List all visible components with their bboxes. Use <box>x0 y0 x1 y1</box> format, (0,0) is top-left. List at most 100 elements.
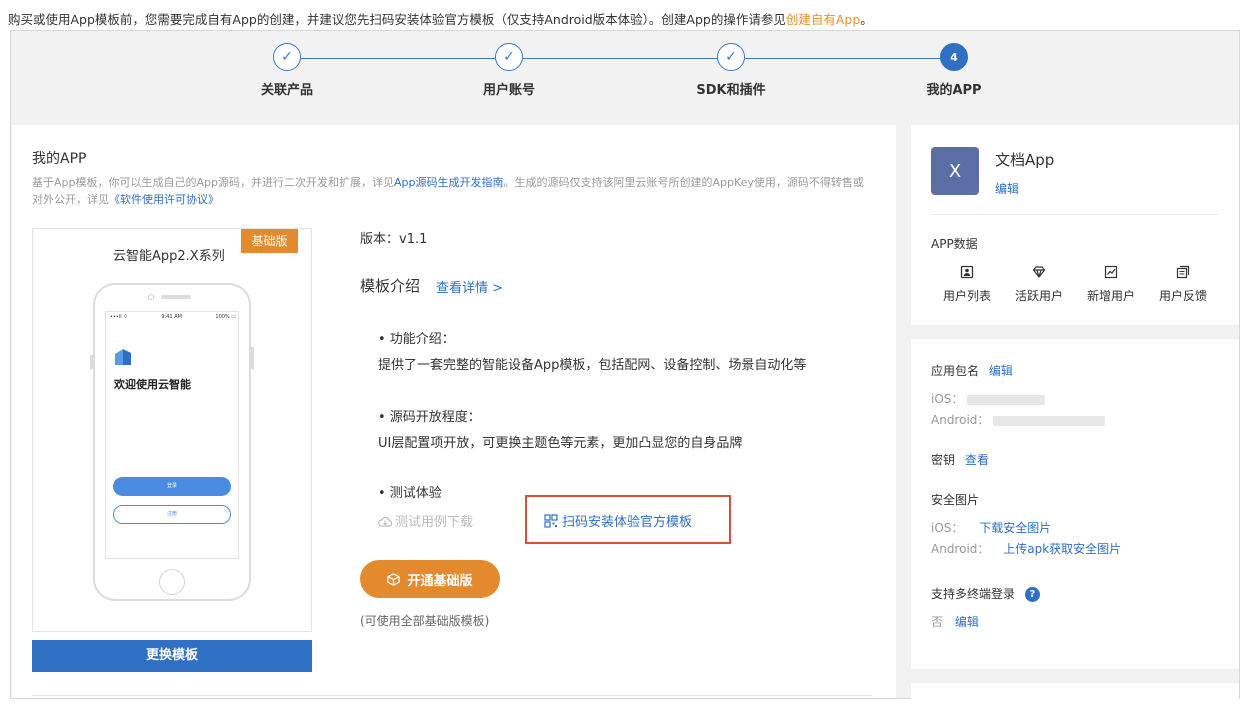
test-case-download: 测试用例下载 <box>378 511 473 530</box>
time-text: 9:41 AM <box>161 314 182 320</box>
help-icon[interactable]: ? <box>1024 587 1040 602</box>
app-card: X 文档App 编辑 APP数据 用户列表 活跃用户 新增用户 用户反馈 <box>911 125 1239 325</box>
section-description: 基于App模板，你可以生成自己的App源码，并进行二次开发和扩展，详见App源码… <box>32 174 872 208</box>
app-name: 文档App <box>995 151 1055 169</box>
feature-text: UI层配置项开放，可更换主题色等元素，更加凸显您的自身品牌 <box>378 436 743 451</box>
view-details-link[interactable]: 查看详情 > <box>436 277 503 296</box>
check-icon: ✓ <box>717 43 745 71</box>
edit-package-link[interactable]: 编辑 <box>989 364 1013 378</box>
template-name: 云智能App2.X系列 <box>113 249 225 264</box>
create-app-link[interactable]: 创建自有App <box>786 12 860 27</box>
multi-login-row: 支持多终端登录 ? <box>931 585 1040 602</box>
phone-screen: •••ll ⌔ 9:41 AM 100% ▭ 欢迎使用云智能 登录 注册 <box>105 311 239 559</box>
secret-label: 密钥 <box>931 453 956 467</box>
step-number: 4 <box>940 43 968 71</box>
step-sdk-plugins: ✓ SDK和插件 <box>661 43 801 98</box>
download-label: 测试用例下载 <box>395 515 474 530</box>
data-item-label: 活跃用户 <box>1014 289 1063 303</box>
section-title: 我的APP <box>32 151 87 167</box>
android-label: Android： <box>931 413 990 427</box>
register-button: 注册 <box>113 505 231 524</box>
active-users-item[interactable]: 活跃用户 <box>1003 265 1075 304</box>
open-basic-button[interactable]: 开通基础版 <box>360 560 500 598</box>
home-button <box>159 569 185 595</box>
step-my-app: 4 我的APP <box>884 43 1024 98</box>
security-android-row: Android： 上传apk获取安全图片 <box>931 540 1121 557</box>
package-name-row: 应用包名 编辑 <box>931 362 1013 379</box>
open-basic-label: 开通基础版 <box>407 573 473 589</box>
building-logo-icon <box>115 349 131 365</box>
scan-label: 扫码安装体验官方模板 <box>562 515 693 530</box>
data-item-label: 新增用户 <box>1086 289 1135 303</box>
cloud-download-icon <box>378 516 393 527</box>
ios-package-row: iOS： <box>931 390 1046 407</box>
change-template-button[interactable]: 更换模板 <box>32 640 312 672</box>
check-icon: ✓ <box>495 43 523 71</box>
upload-apk-link[interactable]: 上传apk获取安全图片 <box>1003 542 1121 556</box>
feature-text: 提供了一套完整的智能设备App模板，包括配网、设备控制、场景自动化等 <box>378 358 807 373</box>
template-preview: 云智能App2.X系列 基础版 •••ll ⌔ 9:41 AM 100% ▭ 欢… <box>32 228 312 632</box>
edition-badge: 基础版 <box>241 229 298 253</box>
data-item-label: 用户反馈 <box>1158 289 1207 303</box>
battery-text: 100% ▭ <box>215 314 236 320</box>
multi-login-value: 否 <box>931 615 944 629</box>
multi-login-label: 支持多终端登录 <box>931 587 1016 601</box>
feature-heading: • 源码开放程度： <box>378 410 481 425</box>
scan-install-link[interactable]: 扫码安装体验官方模板 <box>544 511 692 530</box>
diamond-icon <box>1032 266 1046 278</box>
phone-mockup: •••ll ⌔ 9:41 AM 100% ▭ 欢迎使用云智能 登录 注册 <box>90 283 254 601</box>
phone-side-button <box>90 355 93 369</box>
package-label: 应用包名 <box>931 364 980 378</box>
data-item-label: 用户列表 <box>942 289 991 303</box>
divider <box>931 214 1219 215</box>
security-image-label: 安全图片 <box>931 493 980 507</box>
android-package-row: Android： <box>931 411 1106 428</box>
redacted-value <box>993 415 1106 426</box>
dev-guide-link[interactable]: App源码生成开发指南 <box>394 176 504 189</box>
security-image-row: 安全图片 <box>931 491 979 508</box>
step-related-products: ✓ 关联产品 <box>217 43 357 98</box>
progress-steps: ✓ 关联产品 ✓ 用户账号 ✓ SDK和插件 4 我的APP <box>11 31 1239 125</box>
chart-icon <box>1104 265 1118 279</box>
download-security-image-link[interactable]: 下载安全图片 <box>979 521 1051 535</box>
desc-text: 基于App模板，你可以生成自己的App源码，并进行二次开发和扩展，详见 <box>32 176 394 189</box>
feedback-icon <box>1176 265 1190 279</box>
divider <box>32 695 872 696</box>
view-secret-link[interactable]: 查看 <box>965 453 989 467</box>
main-container: ✓ 关联产品 ✓ 用户账号 ✓ SDK和插件 4 我的APP 我的APP 基于A… <box>10 30 1240 699</box>
notice-end: 。 <box>860 12 873 27</box>
signal-text: •••ll ⌔ <box>110 314 128 320</box>
step-label: SDK和插件 <box>696 83 766 98</box>
cube-icon <box>387 572 401 586</box>
user-list-icon <box>960 265 974 279</box>
app-avatar: X <box>931 147 979 195</box>
security-ios-row: iOS： 下载安全图片 <box>931 519 1051 536</box>
login-button: 登录 <box>113 477 231 496</box>
edit-app-link[interactable]: 编辑 <box>995 180 1019 197</box>
check-icon: ✓ <box>273 43 301 71</box>
user-list-item[interactable]: 用户列表 <box>931 265 1003 304</box>
step-user-account: ✓ 用户账号 <box>439 43 579 98</box>
notice-text: 购买或使用App模板前，您需要完成自有App的创建，并建议您先扫码安装体验官方模… <box>8 9 873 28</box>
template-panel: 我的APP 基于App模板，你可以生成自己的App源码，并进行二次开发和扩展，详… <box>12 125 896 698</box>
version-text: 版本：v1.1 <box>360 232 428 247</box>
camera-dot <box>148 294 154 300</box>
qrcode-icon <box>544 513 558 528</box>
new-users-item[interactable]: 新增用户 <box>1075 265 1147 304</box>
open-basic-note: (可使用全部基础版模板) <box>360 614 490 628</box>
extra-panel <box>911 683 1239 699</box>
welcome-text: 欢迎使用云智能 <box>114 378 191 391</box>
intro-title: 模板介绍 <box>360 277 421 295</box>
license-link[interactable]: 《软件使用许可协议》 <box>109 193 219 206</box>
feature-heading: • 测试体验 <box>378 486 442 501</box>
app-data-title: APP数据 <box>931 237 978 251</box>
phone-side-button <box>251 347 254 369</box>
step-label: 我的APP <box>926 83 982 98</box>
user-feedback-item[interactable]: 用户反馈 <box>1147 265 1219 304</box>
edit-multi-login-link[interactable]: 编辑 <box>955 615 979 629</box>
ios-label: iOS： <box>931 521 964 535</box>
notice-body: 购买或使用App模板前，您需要完成自有App的创建，并建议您先扫码安装体验官方模… <box>8 12 786 27</box>
multi-login-value-row: 否 编辑 <box>931 613 979 630</box>
phone-speaker <box>161 295 191 299</box>
redacted-value <box>967 394 1046 405</box>
